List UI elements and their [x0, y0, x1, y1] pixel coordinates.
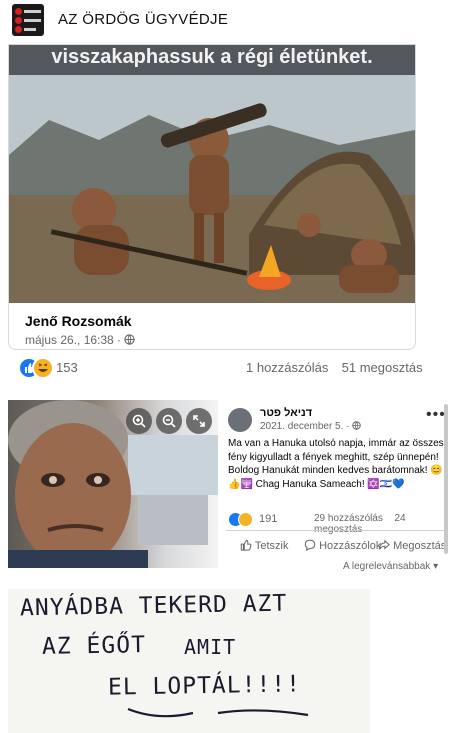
avatar-text-2	[24, 19, 41, 22]
meme-image[interactable]: visszakaphassuk a régi életünket.	[9, 45, 415, 303]
share-label: Megosztás	[393, 540, 447, 552]
author-avatar[interactable]	[228, 408, 252, 432]
note-arrow	[127, 707, 309, 718]
haha-reaction-icon	[32, 357, 54, 379]
post-stats: 1 hozzászólás 51 megosztás	[246, 360, 423, 375]
post-date[interactable]: 2021. december 5. ·	[260, 421, 362, 432]
shared-post-card[interactable]: visszakaphassuk a régi életünket. Jenő R…	[8, 44, 416, 350]
avatar-text-1	[24, 10, 41, 13]
scrollbar[interactable]	[444, 404, 448, 554]
comment-sort-dropdown[interactable]: A legrelevánsabbak ▾	[343, 561, 438, 572]
thumbs-up-icon	[240, 539, 252, 551]
share-count[interactable]: 51 megosztás	[342, 360, 423, 375]
meme-caption: visszakaphassuk a régi életünket.	[9, 45, 415, 75]
post-detail-panel: דניאל פטר 2021. december 5. · ••• Ma van…	[218, 400, 452, 572]
caveman-scene-illustration	[9, 75, 415, 303]
photo-viewer-image[interactable]	[8, 400, 218, 568]
avatar-dot-3	[15, 26, 22, 33]
page-title[interactable]: AZ ÖRDÖG ÜGYVÉDJE	[58, 11, 228, 28]
zoom-in-button[interactable]	[126, 408, 152, 434]
handwritten-note-image[interactable]: ANYÁDBA TEKERD AZT AZ ÉGŐT AMIT EL LOPTÁ…	[8, 589, 370, 733]
avatar-dot-2	[15, 17, 22, 24]
like-button[interactable]: Tetszik	[240, 539, 288, 552]
like-label: Tetszik	[254, 540, 289, 552]
share-button[interactable]: Megosztás	[378, 539, 446, 552]
reaction-count[interactable]: 153	[56, 360, 78, 375]
comment-count[interactable]: 1 hozzászólás	[246, 360, 328, 375]
fullscreen-button[interactable]	[186, 408, 212, 434]
author-name[interactable]: דניאל פטר	[260, 407, 312, 419]
comment-count[interactable]: 29 hozzászólás	[314, 513, 383, 524]
page-avatar[interactable]	[12, 4, 44, 36]
post-date-text: 2021. december 5. ·	[260, 421, 350, 432]
reaction-count[interactable]: 191	[259, 513, 277, 525]
shared-post-date[interactable]: május 26., 16:38 ·	[25, 333, 136, 347]
zoom-out-button[interactable]	[156, 408, 182, 434]
globe-icon	[352, 421, 362, 430]
comment-button[interactable]: Hozzászólok	[304, 539, 381, 552]
post-stats: 29 hozzászólás 24 megosztás	[314, 513, 452, 535]
share-icon	[378, 539, 390, 550]
avatar-dot-1	[15, 8, 22, 15]
comment-label: Hozzászólok	[319, 540, 382, 552]
globe-icon	[124, 334, 136, 345]
post-text: Ma van a Hanuka utolsó napja, immár az ö…	[228, 438, 444, 490]
divider	[226, 530, 446, 531]
shared-date-text: május 26., 16:38 ·	[25, 333, 122, 347]
care-reaction-icon	[238, 512, 253, 527]
comment-icon	[304, 539, 316, 552]
more-options-icon[interactable]: •••	[426, 406, 446, 424]
avatar-text-3	[24, 28, 36, 31]
shared-author-name[interactable]: Jenő Rozsomák	[25, 313, 132, 329]
